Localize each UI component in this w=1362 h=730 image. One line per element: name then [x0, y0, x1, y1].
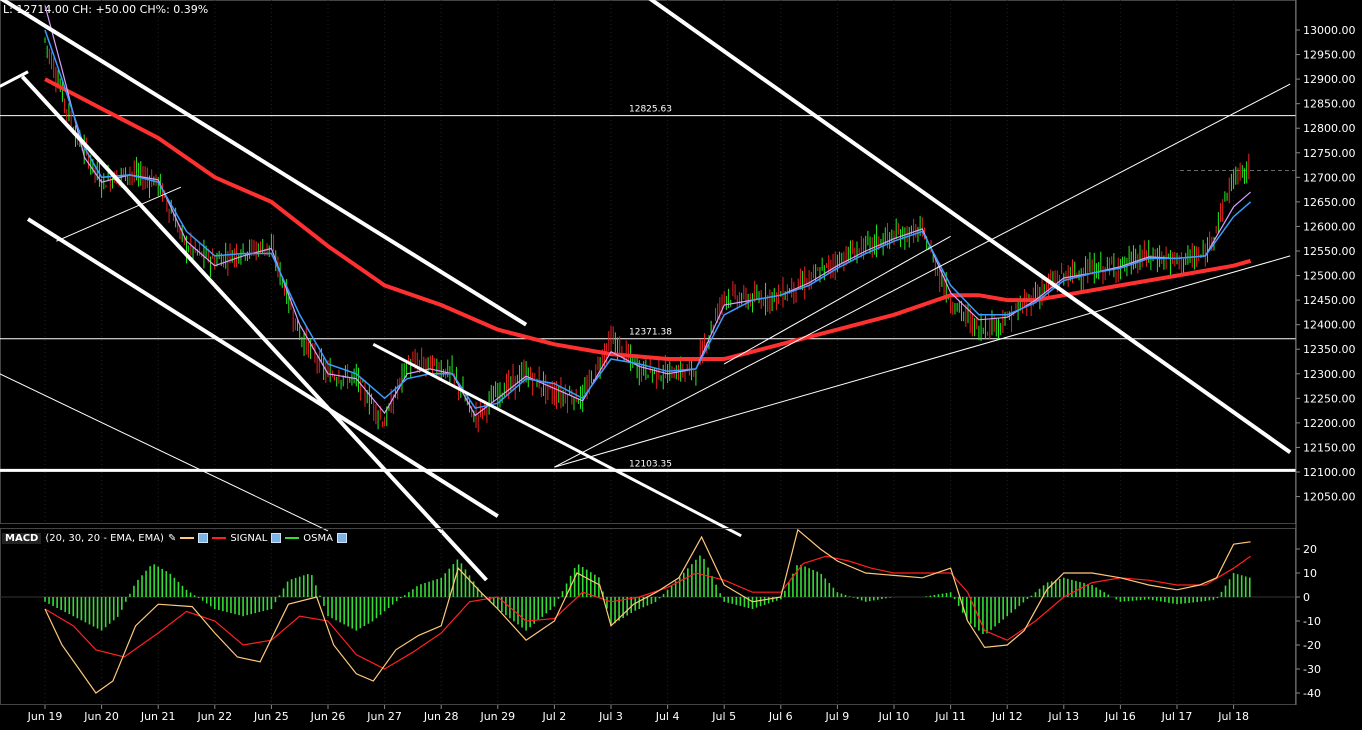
y-tick-label: 13000.00	[1303, 24, 1356, 37]
edit-icon[interactable]: ✎	[168, 533, 176, 544]
y-tick-label: 12700.00	[1303, 171, 1356, 184]
x-tick-label: Jun 19	[27, 710, 63, 723]
signal-label: SIGNAL	[230, 532, 268, 544]
x-tick-label: Jul 3	[598, 710, 623, 723]
macd-y-tick-label: -40	[1303, 687, 1321, 700]
horizontal-level-label: 12103.35	[629, 459, 672, 469]
x-tick-label: Jul 6	[768, 710, 793, 723]
price-panel: 12825.63 12371.38 12103.35	[0, 0, 1296, 582]
y-tick-label: 12400.00	[1303, 319, 1356, 332]
chart-canvas[interactable]: 12825.63 12371.38 12103.35 Jun 19 Jun 20 Jun…	[0, 0, 1362, 730]
y-tick-label: 12150.00	[1303, 441, 1356, 454]
x-tick-label: Jul 17	[1161, 710, 1193, 723]
trend-line	[554, 255, 1291, 468]
macd-line	[44, 528, 1251, 694]
x-tick-label: Jun 28	[423, 710, 459, 723]
trend-line	[0, 0, 528, 327]
x-tick-label: Jul 5	[711, 710, 736, 723]
y-tick-label: 12850.00	[1303, 98, 1356, 111]
trend-line	[0, 373, 329, 532]
trend-line	[20, 75, 488, 582]
x-tick-label: Jul 16	[1104, 710, 1136, 723]
fast-ema-line-blue	[44, 29, 1252, 410]
y-tick-label: 12250.00	[1303, 392, 1356, 405]
macd-panel-frame	[0, 528, 1296, 705]
macd-panel	[0, 528, 1296, 705]
macd-swatch	[180, 537, 195, 539]
signal-swatch	[212, 537, 227, 539]
macd-y-tick-label: 0	[1303, 591, 1310, 604]
x-tick-label: Jul 10	[878, 710, 910, 723]
x-tick-label: Jul 18	[1217, 710, 1249, 723]
macd-visible-checkbox[interactable]	[198, 533, 209, 543]
y-tick-label: 12650.00	[1303, 196, 1356, 209]
y-tick-label: 12950.00	[1303, 49, 1356, 62]
y-tick-label: 12100.00	[1303, 466, 1356, 479]
x-tick-label: Jul 13	[1047, 710, 1079, 723]
osma-swatch	[285, 537, 300, 539]
y-tick-label: 12200.00	[1303, 417, 1356, 430]
trend-line	[56, 186, 182, 242]
macd-y-tick-label: -10	[1303, 615, 1321, 628]
osma-label: OSMA	[303, 532, 333, 544]
x-tick-label: Jun 20	[83, 710, 119, 723]
y-tick-label: 12500.00	[1303, 270, 1356, 283]
fast-ema-line-pink	[44, 5, 1251, 417]
macd-y-tick-label: -30	[1303, 663, 1321, 676]
macd-y-tick-label: -20	[1303, 639, 1321, 652]
y-tick-label: 12450.00	[1303, 294, 1356, 307]
x-tick-label: Jul 9	[825, 710, 850, 723]
macd-params: (20, 30, 20 - EMA, EMA)	[45, 532, 164, 544]
trend-line	[372, 342, 742, 538]
y-tick-label: 12300.00	[1303, 368, 1356, 381]
x-tick-label: Jul 11	[934, 710, 966, 723]
horizontal-level-label: 12371.38	[629, 328, 672, 338]
y-tick-label: 12750.00	[1303, 147, 1356, 160]
macd-y-tick-label: 10	[1303, 567, 1317, 580]
x-tick-label: Jul 12	[991, 710, 1023, 723]
y-tick-label: 12550.00	[1303, 245, 1356, 258]
y-tick-label: 12800.00	[1303, 122, 1356, 135]
y-tick-label: 12600.00	[1303, 220, 1356, 233]
macd-y-tick-label: 20	[1303, 543, 1317, 556]
x-tick-label: Jun 26	[310, 710, 346, 723]
horizontal-level-label: 12825.63	[629, 105, 672, 115]
x-tick-label: Jul 4	[655, 710, 680, 723]
x-tick-label: Jun 29	[479, 710, 515, 723]
y-tick-label: 12350.00	[1303, 343, 1356, 356]
y-tick-label: 12900.00	[1303, 73, 1356, 86]
x-tick-label: Jul 2	[542, 710, 567, 723]
macd-legend: MACD (20, 30, 20 - EMA, EMA) ✎ SIGNAL OS…	[2, 531, 347, 545]
osma-visible-checkbox[interactable]	[336, 533, 347, 543]
slow-ema-line	[44, 77, 1252, 361]
x-tick-label: Jun 21	[140, 710, 176, 723]
x-tick-label: Jun 27	[366, 710, 402, 723]
signal-visible-checkbox[interactable]	[271, 533, 282, 543]
x-tick-label: Jun 22	[196, 710, 232, 723]
x-tick-label: Jun 25	[253, 710, 289, 723]
macd-indicator-name[interactable]: MACD	[2, 532, 42, 544]
y-tick-label: 12050.00	[1303, 491, 1356, 504]
